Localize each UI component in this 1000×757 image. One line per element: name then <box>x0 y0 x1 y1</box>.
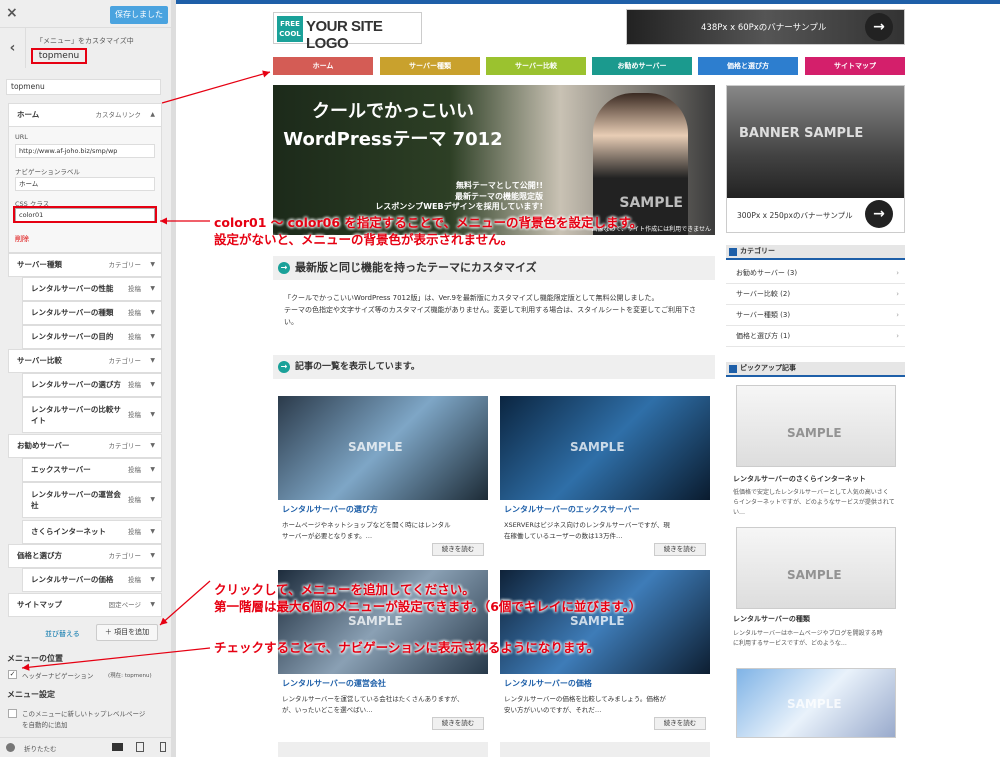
annotation-css-2: 設定がないと、メニューの背景色が表示されません。 <box>214 232 514 247</box>
arrow-menu-to-nav <box>161 70 271 104</box>
arrow-checkbox <box>21 647 211 671</box>
arrow-add-item <box>159 580 211 626</box>
annotation-check: チェックすることで、ナビゲーションに表示されるようになります。 <box>214 640 600 655</box>
annotation-add-2: 第一階層は最大6個のメニューが設定できます。（6個でキレイに並びます。） <box>214 599 642 614</box>
